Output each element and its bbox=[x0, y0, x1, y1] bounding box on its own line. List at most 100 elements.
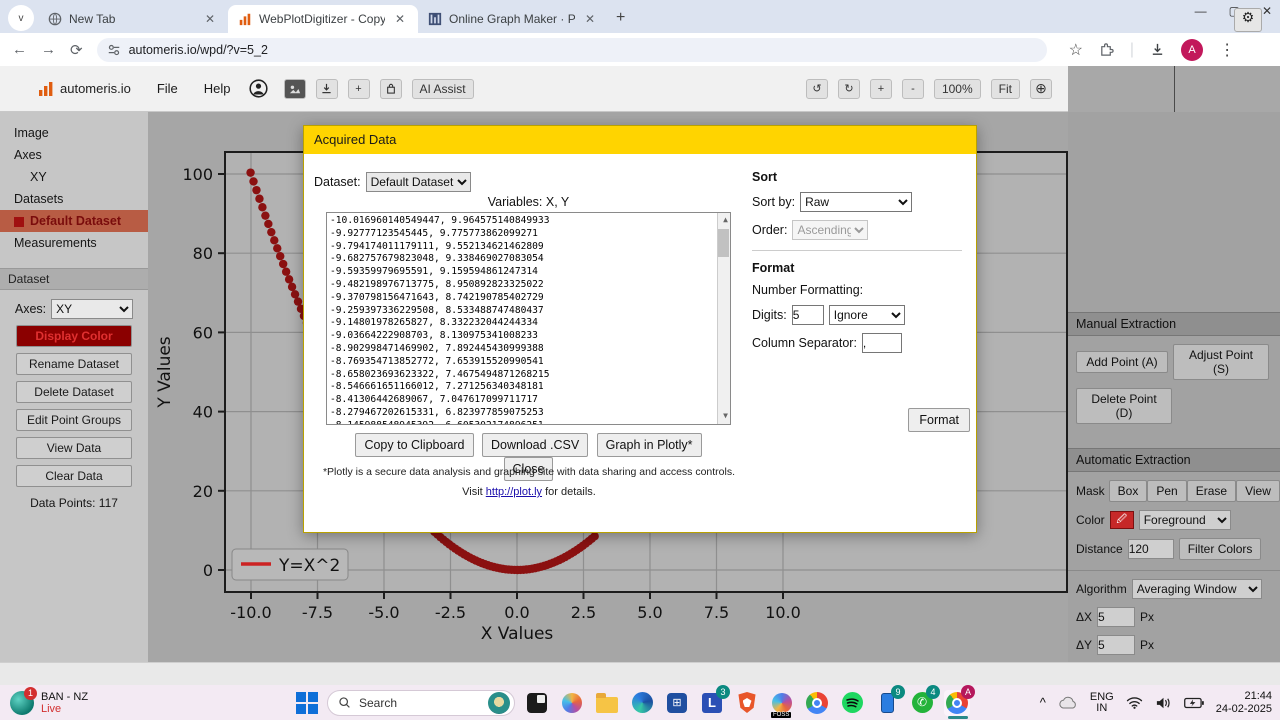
sidebar-item-default-dataset[interactable]: Default Dataset bbox=[0, 210, 148, 232]
battery-icon[interactable] bbox=[1184, 697, 1204, 709]
mask-pen-button[interactable]: Pen bbox=[1147, 480, 1186, 502]
rename-dataset-button[interactable]: Rename Dataset bbox=[16, 353, 132, 375]
copilot-icon[interactable] bbox=[559, 690, 585, 716]
extensions-icon[interactable] bbox=[1099, 42, 1114, 57]
sidebar-item-axes[interactable]: Axes bbox=[0, 144, 148, 166]
sidebar-item-xy[interactable]: XY bbox=[0, 166, 148, 188]
phone-link-icon[interactable]: 9 bbox=[874, 690, 900, 716]
window-close-button[interactable]: ✕ bbox=[1262, 4, 1272, 18]
edge-icon[interactable] bbox=[629, 690, 655, 716]
account-icon[interactable] bbox=[249, 79, 268, 98]
tab-close-icon[interactable]: ✕ bbox=[392, 12, 408, 26]
tab-close-icon[interactable]: ✕ bbox=[202, 12, 218, 26]
menu-file[interactable]: File bbox=[157, 81, 178, 96]
zoom-level[interactable]: 100% bbox=[934, 79, 981, 99]
tab-search-chevron-icon[interactable]: v bbox=[8, 5, 34, 31]
sidebar-item-datasets[interactable]: Datasets bbox=[0, 188, 148, 210]
tray-chevron-icon[interactable]: ^ bbox=[1040, 695, 1046, 710]
tab-close-icon[interactable]: ✕ bbox=[582, 12, 598, 26]
mask-box-button[interactable]: Box bbox=[1109, 480, 1148, 502]
clear-data-button[interactable]: Clear Data bbox=[16, 465, 132, 487]
delete-dataset-button[interactable]: Delete Dataset bbox=[16, 381, 132, 403]
separator-input[interactable] bbox=[862, 333, 902, 353]
color-mode-select[interactable]: Foreground bbox=[1139, 510, 1231, 530]
file-explorer-icon[interactable] bbox=[594, 690, 620, 716]
linkedin-icon[interactable]: L3 bbox=[699, 690, 725, 716]
dy-input[interactable] bbox=[1097, 635, 1135, 655]
recall-icon[interactable] bbox=[524, 690, 550, 716]
acquired-data-textarea[interactable]: -10.016960140549447, 9.964575140849933 -… bbox=[326, 212, 731, 425]
whatsapp-icon[interactable]: ✆4 bbox=[909, 690, 935, 716]
zoom-in-button[interactable]: + bbox=[870, 79, 892, 99]
rotate-left-icon[interactable]: ↺ bbox=[806, 79, 828, 99]
wifi-icon[interactable] bbox=[1126, 696, 1143, 709]
window-minimize-button[interactable]: — bbox=[1195, 4, 1207, 18]
digits-input[interactable] bbox=[792, 305, 824, 325]
settings-gear-icon[interactable]: ⚙ bbox=[1234, 8, 1262, 32]
add-icon[interactable]: + bbox=[348, 79, 370, 99]
fit-button[interactable]: Fit bbox=[991, 79, 1020, 99]
sidebar-item-measurements[interactable]: Measurements bbox=[0, 232, 148, 254]
automeris-logo[interactable]: automeris.io bbox=[38, 81, 131, 97]
svg-text:7.5: 7.5 bbox=[704, 603, 729, 622]
copy-to-clipboard-button[interactable]: Copy to Clipboard bbox=[355, 433, 473, 457]
zoom-out-button[interactable]: - bbox=[902, 79, 924, 99]
axes-select[interactable]: XY bbox=[51, 299, 133, 319]
distance-input[interactable] bbox=[1128, 539, 1174, 559]
load-image-icon[interactable] bbox=[284, 79, 306, 99]
delete-point-button[interactable]: Delete Point (D) bbox=[1076, 388, 1172, 424]
mask-erase-button[interactable]: Erase bbox=[1187, 480, 1236, 502]
onedrive-cloud-icon[interactable] bbox=[1058, 696, 1078, 710]
dx-input[interactable] bbox=[1097, 607, 1135, 627]
clock[interactable]: 21:44 24-02-2025 bbox=[1216, 690, 1272, 716]
tab-plotly[interactable]: Online Graph Maker · Plotly Cha ✕ bbox=[418, 5, 608, 33]
spotify-icon[interactable] bbox=[839, 690, 865, 716]
filter-colors-button[interactable]: Filter Colors bbox=[1179, 538, 1262, 560]
edit-point-groups-button[interactable]: Edit Point Groups bbox=[16, 409, 132, 431]
digits-mode-select[interactable]: Ignore bbox=[829, 305, 905, 325]
new-tab-button[interactable]: + bbox=[616, 9, 625, 27]
bookmark-star-icon[interactable]: ☆ bbox=[1069, 40, 1083, 60]
brave-icon[interactable] bbox=[734, 690, 760, 716]
display-color-button[interactable]: Display Color bbox=[16, 325, 132, 347]
adjust-point-button[interactable]: Adjust Point (S) bbox=[1173, 344, 1269, 380]
algorithm-select[interactable]: Averaging Window bbox=[1132, 579, 1262, 599]
volume-icon[interactable] bbox=[1155, 696, 1172, 710]
format-button[interactable]: Format bbox=[908, 408, 970, 432]
plotly-link[interactable]: http://plot.ly bbox=[486, 486, 542, 498]
menu-help[interactable]: Help bbox=[204, 81, 231, 96]
profile-avatar[interactable]: A bbox=[1181, 39, 1203, 61]
language-indicator[interactable]: ENG IN bbox=[1090, 692, 1114, 714]
sort-by-select[interactable]: Raw bbox=[800, 192, 912, 212]
view-data-button[interactable]: View Data bbox=[16, 437, 132, 459]
ai-assist-button[interactable]: AI Assist bbox=[412, 79, 474, 99]
dataset-select[interactable]: Default Dataset bbox=[366, 172, 471, 192]
back-button[interactable]: ← bbox=[12, 41, 27, 58]
browser-menu-icon[interactable]: ⋮ bbox=[1219, 40, 1235, 60]
downloads-icon[interactable] bbox=[1150, 42, 1165, 57]
reload-button[interactable]: ⟳ bbox=[70, 41, 83, 59]
mask-view-button[interactable]: View bbox=[1236, 480, 1280, 502]
chrome-profile-icon[interactable]: A bbox=[944, 690, 970, 716]
graph-in-plotly-button[interactable]: Graph in Plotly* bbox=[597, 433, 702, 457]
export-icon[interactable] bbox=[316, 79, 338, 99]
tab-new-tab[interactable]: New Tab ✕ bbox=[38, 5, 228, 33]
microsoft-store-icon[interactable]: ⊞ bbox=[664, 690, 690, 716]
rotate-right-icon[interactable]: ↻ bbox=[838, 79, 860, 99]
add-point-button[interactable]: Add Point (A) bbox=[1076, 351, 1168, 373]
lock-icon[interactable] bbox=[380, 79, 402, 99]
forward-button[interactable]: → bbox=[41, 41, 56, 58]
weather-widget[interactable]: 1 BAN - NZ Live bbox=[10, 691, 88, 715]
pan-crosshair-icon[interactable]: ⊕ bbox=[1030, 79, 1052, 99]
taskbar-search[interactable]: Search bbox=[327, 690, 515, 716]
color-picker-button[interactable]: 🖉 bbox=[1110, 511, 1134, 529]
chrome-icon[interactable] bbox=[804, 690, 830, 716]
scrollbar[interactable]: ▲▼ bbox=[717, 213, 730, 424]
tab-webplotdigitizer[interactable]: WebPlotDigitizer - Copyright 20 ✕ bbox=[228, 5, 418, 33]
url-input[interactable]: automeris.io/wpd/?v=5_2 bbox=[97, 38, 1047, 62]
download-csv-button[interactable]: Download .CSV bbox=[482, 433, 588, 457]
sidebar-item-image[interactable]: Image bbox=[0, 122, 148, 144]
start-button[interactable] bbox=[296, 692, 318, 714]
site-settings-icon[interactable] bbox=[107, 43, 121, 57]
copilot-foss-icon[interactable]: FOSS bbox=[769, 690, 795, 716]
